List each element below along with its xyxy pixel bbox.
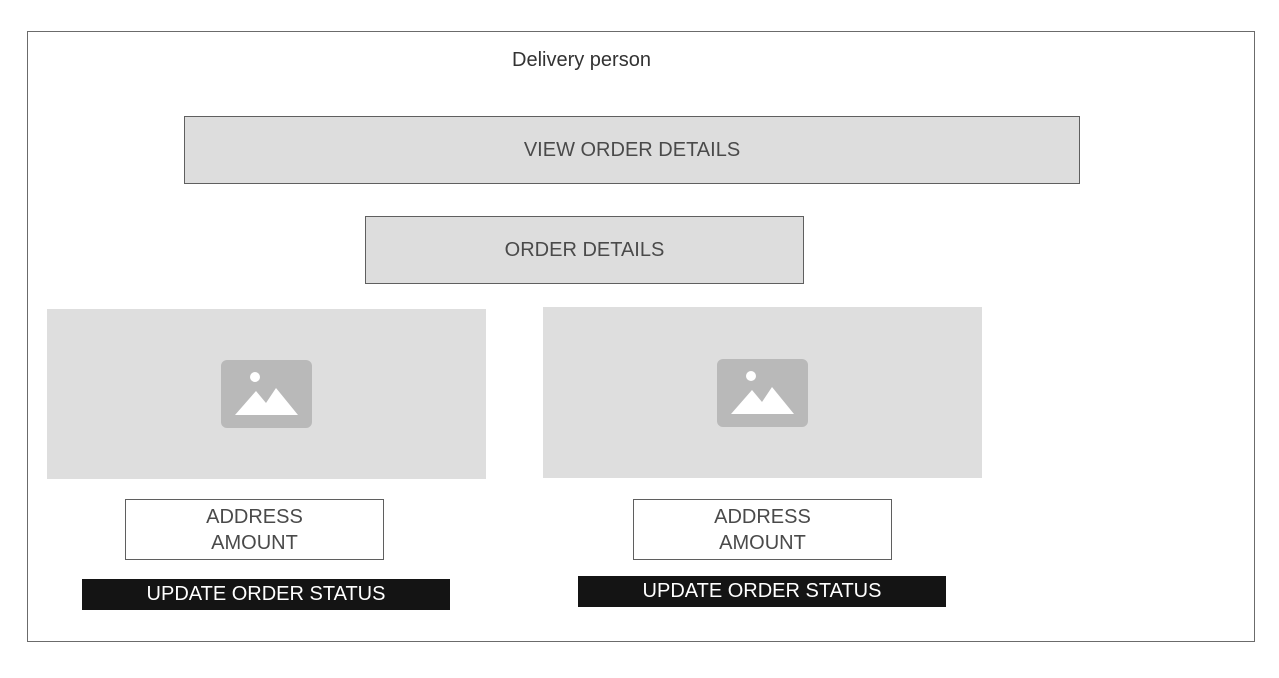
update-order-status-button-1[interactable]: UPDATE ORDER STATUS [82, 579, 450, 610]
update-order-status-button-2[interactable]: UPDATE ORDER STATUS [578, 576, 946, 607]
address-label: ADDRESS [714, 505, 811, 528]
order-image-2 [543, 307, 982, 478]
view-order-details-button[interactable]: VIEW ORDER DETAILS [184, 116, 1080, 184]
order-info-1: ADDRESS AMOUNT [125, 499, 384, 560]
image-placeholder-icon [717, 358, 808, 427]
order-image-1 [47, 309, 486, 479]
order-info-2: ADDRESS AMOUNT [633, 499, 892, 560]
order-details-button[interactable]: ORDER DETAILS [365, 216, 804, 284]
amount-label: AMOUNT [211, 531, 298, 554]
page-title: Delivery person [512, 49, 651, 71]
image-placeholder-icon [221, 360, 312, 428]
address-label: ADDRESS [206, 505, 303, 528]
amount-label: AMOUNT [719, 531, 806, 554]
